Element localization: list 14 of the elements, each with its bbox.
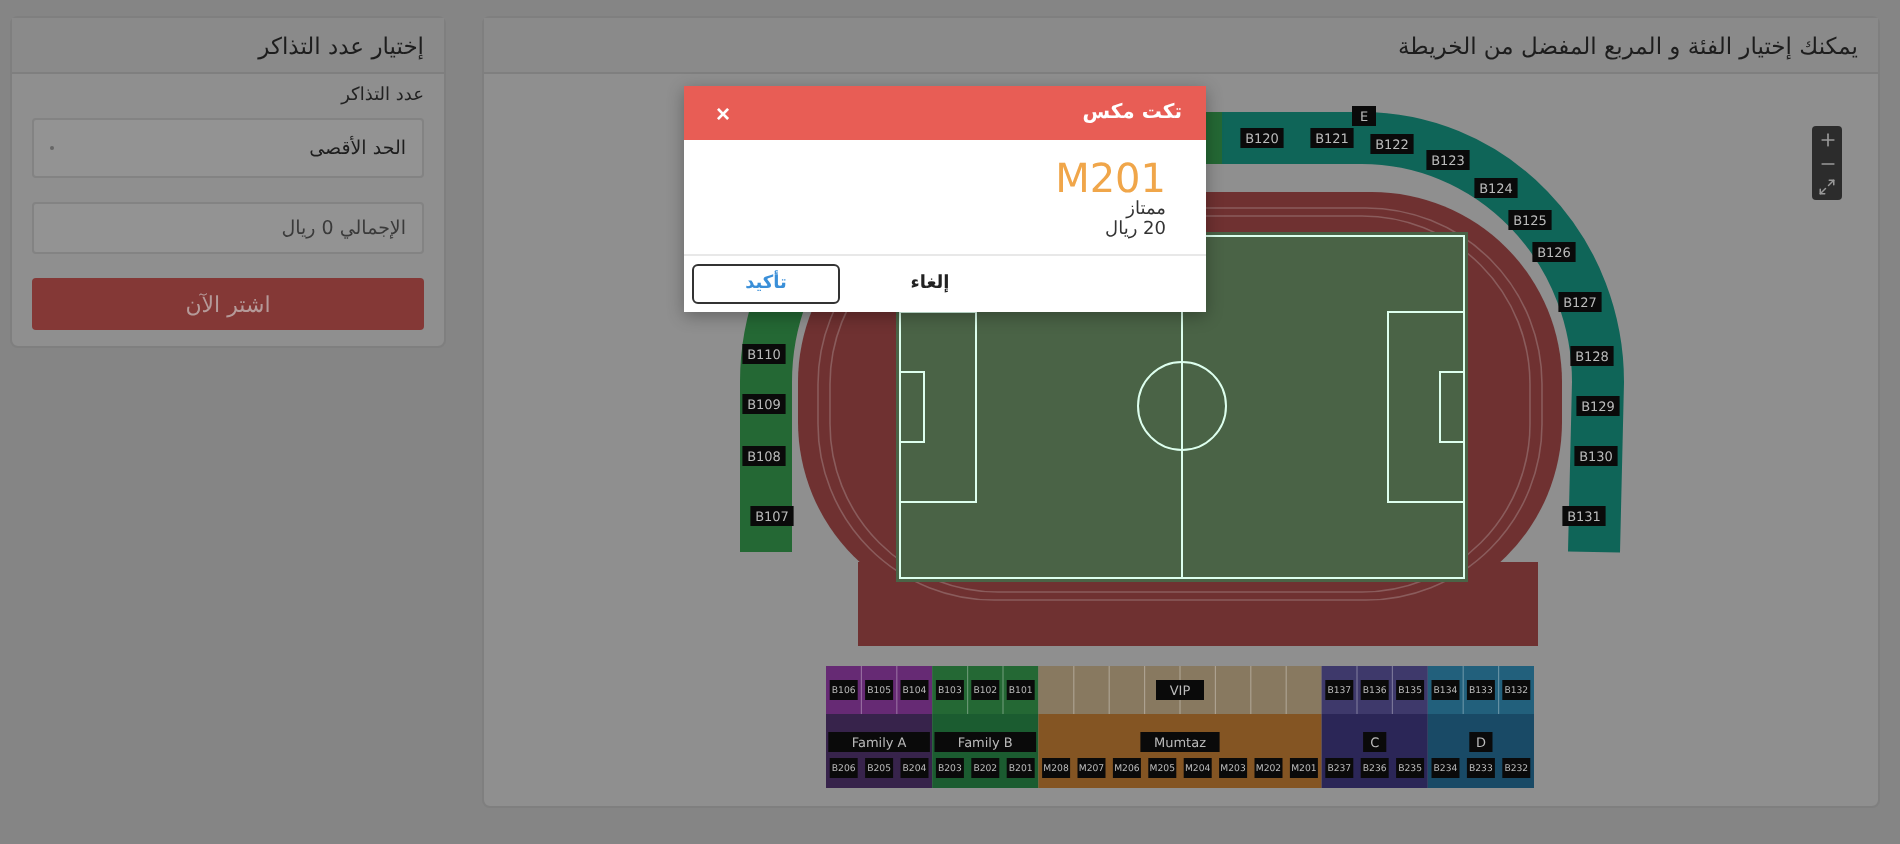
dialog-title: تكت مكس — [1082, 102, 1182, 124]
category-text: ممتاز — [1126, 200, 1166, 220]
panel-title: يمكنك إختيار الفئة و المربع المفضل من الخريطة — [1398, 31, 1858, 59]
quantity-select[interactable]: الحد الأقصى — [32, 118, 424, 178]
close-button[interactable]: × — [716, 99, 731, 127]
field-label: عدد التذاكر — [338, 86, 424, 106]
confirm-button[interactable]: تأكيد — [692, 263, 840, 304]
expand-icon[interactable] — [1818, 178, 1836, 196]
zoom-in-icon[interactable] — [1817, 130, 1837, 150]
seating-block[interactable] — [1038, 666, 1322, 714]
price-text: 20 ريال — [1105, 220, 1166, 242]
panel-title: إختيار عدد التذاكر — [258, 31, 424, 59]
section-code: M201 — [1055, 156, 1166, 200]
total-field[interactable]: الإجمالي 0 ريال — [32, 202, 424, 254]
